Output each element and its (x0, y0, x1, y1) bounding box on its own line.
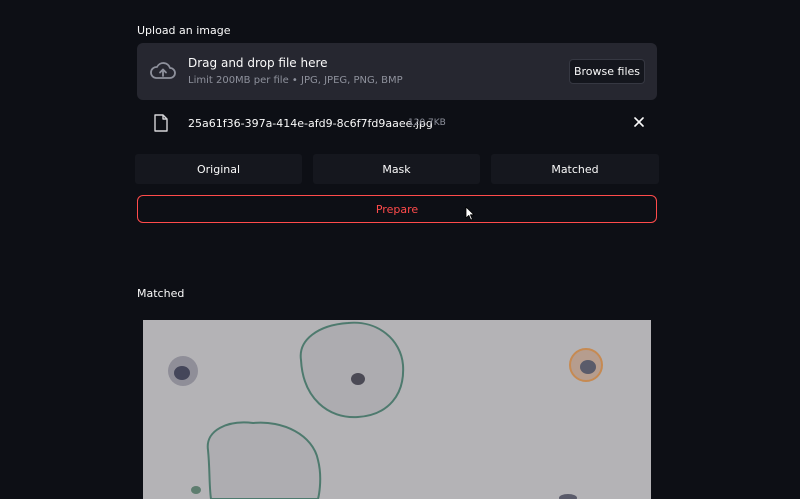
tab-matched[interactable]: Matched (491, 154, 659, 184)
dropzone-title: Drag and drop file here (188, 56, 328, 70)
matched-section-label: Matched (137, 287, 185, 300)
cell-image-illustration (143, 320, 651, 499)
file-dropzone[interactable]: Drag and drop file here Limit 200MB per … (137, 43, 657, 100)
file-size: 120.7KB (408, 118, 446, 128)
file-name: 25a61f36-397a-414e-afd9-8c6f7fd9aaee.jpg (188, 117, 433, 130)
app-window: Upload an image Drag and drop file here … (0, 0, 800, 499)
cloud-upload-icon (150, 62, 176, 79)
tab-original[interactable]: Original (135, 154, 302, 184)
browse-files-button[interactable]: Browse files (569, 59, 645, 84)
mouse-cursor-icon (465, 206, 475, 221)
matched-result-image (143, 320, 651, 499)
view-tabs: Original Mask Matched (135, 154, 659, 184)
dropzone-subtitle: Limit 200MB per file • JPG, JPEG, PNG, B… (188, 75, 403, 86)
upload-label: Upload an image (137, 24, 231, 37)
uploaded-file-row: 25a61f36-397a-414e-afd9-8c6f7fd9aaee.jpg… (137, 108, 657, 138)
file-icon (154, 114, 168, 132)
tab-mask[interactable]: Mask (313, 154, 480, 184)
prepare-button[interactable]: Prepare (137, 195, 657, 223)
close-icon[interactable] (633, 116, 645, 128)
